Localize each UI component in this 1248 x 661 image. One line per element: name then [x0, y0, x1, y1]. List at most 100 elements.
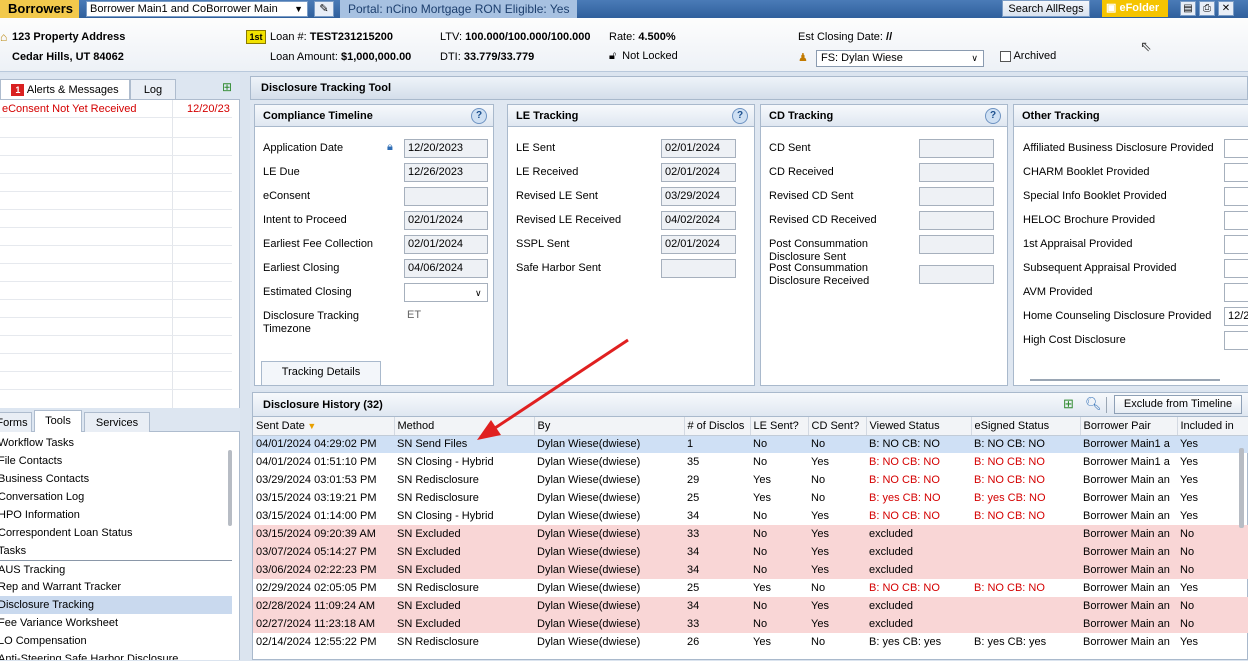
- field-value[interactable]: [919, 187, 994, 206]
- help-icon[interactable]: ?: [985, 108, 1001, 124]
- help-icon[interactable]: ?: [732, 108, 748, 124]
- field-label: 1st Appraisal Provided: [1023, 238, 1133, 250]
- field-value[interactable]: 12/26/2023: [404, 163, 488, 182]
- print-icon[interactable]: ⎙: [1199, 1, 1215, 16]
- tool-item[interactable]: Workflow Tasks: [0, 434, 232, 452]
- table-row[interactable]: 02/14/2024 12:55:22 PM SN Redisclosure Dyl…: [253, 633, 1248, 651]
- chevron-down-icon[interactable]: ∨: [475, 288, 482, 299]
- field-value[interactable]: [661, 259, 736, 278]
- tool-item[interactable]: Rep and Warrant Tracker: [0, 578, 232, 596]
- table-row[interactable]: 03/15/2024 03:19:21 PM SN Redisclosure Dyl…: [253, 489, 1248, 507]
- field-value[interactable]: 03/29/2024: [661, 187, 736, 206]
- table-cell-method: SN Excluded: [394, 597, 534, 615]
- close-icon[interactable]: ✕: [1218, 1, 1234, 16]
- file-starter-select[interactable]: FS: Dylan Wiese ∨: [816, 50, 984, 67]
- table-row[interactable]: 03/07/2024 05:14:27 PM SN Excluded Dylan W…: [253, 543, 1248, 561]
- tool-item[interactable]: File Contacts: [0, 452, 232, 470]
- column-header[interactable]: Method: [394, 417, 535, 436]
- tool-item[interactable]: HPO Information: [0, 506, 232, 524]
- table-row[interactable]: 03/15/2024 01:14:00 PM SN Closing - Hybri…: [253, 507, 1248, 525]
- column-header[interactable]: Included in: [1177, 417, 1248, 436]
- field-value[interactable]: 02/01/2024: [661, 235, 736, 254]
- table-row[interactable]: 02/27/2024 11:23:18 AM SN Excluded Dylan W…: [253, 615, 1248, 633]
- borrower-pair-select[interactable]: Borrower Main1 and CoBorrower Main ▼: [86, 1, 308, 17]
- table-cell-viewed: B: NO CB: NO: [866, 435, 971, 453]
- column-header[interactable]: eSigned Status: [971, 417, 1081, 436]
- help-icon[interactable]: ?: [471, 108, 487, 124]
- column-header[interactable]: # of Disclos: [684, 417, 751, 436]
- field-value[interactable]: [1224, 283, 1248, 302]
- search-allregs-button[interactable]: Search AllRegs: [1002, 0, 1090, 17]
- table-row[interactable]: 02/28/2024 11:09:24 AM SN Excluded Dylan W…: [253, 597, 1248, 615]
- column-header[interactable]: By: [534, 417, 685, 436]
- tab-alerts-messages[interactable]: 1 Alerts & Messages: [0, 79, 130, 99]
- column-header[interactable]: Viewed Status: [866, 417, 972, 436]
- field-value[interactable]: [919, 163, 994, 182]
- exclude-from-timeline-button[interactable]: Exclude from Timeline: [1114, 395, 1242, 414]
- tool-item[interactable]: AUS Tracking: [0, 560, 232, 578]
- column-header[interactable]: Sent Date ▼: [253, 417, 395, 436]
- field-value[interactable]: [1224, 211, 1248, 230]
- field-value[interactable]: 12/20/2023: [404, 139, 488, 158]
- tool-item[interactable]: LO Compensation: [0, 632, 232, 650]
- tool-item[interactable]: Business Contacts: [0, 470, 232, 488]
- table-row[interactable]: 04/01/2024 04:29:02 PM SN Send Files Dylan…: [253, 435, 1248, 453]
- table-cell-date: 03/07/2024 05:14:27 PM: [253, 543, 394, 561]
- efolder-button[interactable]: ▣ eFolder: [1102, 0, 1168, 17]
- field-value[interactable]: 02/01/2024: [404, 235, 488, 254]
- field-value[interactable]: 04/02/2024: [661, 211, 736, 230]
- edit-borrower-icon[interactable]: ✎: [314, 1, 334, 17]
- add-note-icon[interactable]: ⊞: [222, 80, 232, 94]
- tool-item[interactable]: Correspondent Loan Status: [0, 524, 232, 542]
- field-value[interactable]: ET: [404, 307, 488, 326]
- lock-icon[interactable]: 🔒︎: [387, 141, 393, 154]
- column-header[interactable]: LE Sent?: [750, 417, 809, 436]
- add-disclosure-icon[interactable]: ⊞: [1063, 396, 1074, 412]
- table-row[interactable]: 04/01/2024 01:51:10 PM SN Closing - Hybri…: [253, 453, 1248, 471]
- field-value[interactable]: [1224, 259, 1248, 278]
- archived-checkbox[interactable]: Archived: [1000, 50, 1056, 62]
- history-scrollbar[interactable]: [1239, 448, 1244, 528]
- field-label: High Cost Disclosure: [1023, 334, 1126, 346]
- other-hscrollbar[interactable]: [1030, 379, 1220, 381]
- field-value[interactable]: [1224, 235, 1248, 254]
- field-value[interactable]: [1224, 139, 1248, 158]
- table-row[interactable]: 03/15/2024 09:20:39 AM SN Excluded Dylan W…: [253, 525, 1248, 543]
- field-value[interactable]: [1224, 187, 1248, 206]
- tool-item[interactable]: Tasks: [0, 542, 232, 560]
- search-icon[interactable]: 🔍︎: [1085, 396, 1102, 412]
- table-row[interactable]: 02/29/2024 02:05:05 PM SN Redisclosure Dyl…: [253, 579, 1248, 597]
- table-row[interactable]: 03/06/2024 02:22:23 PM SN Excluded Dylan W…: [253, 561, 1248, 579]
- field-value[interactable]: [919, 211, 994, 230]
- field-value[interactable]: [404, 187, 488, 206]
- field-value[interactable]: [919, 139, 994, 158]
- tab-forms[interactable]: Forms: [0, 412, 32, 432]
- tool-item[interactable]: Fee Variance Worksheet: [0, 614, 232, 632]
- field-value[interactable]: [919, 235, 994, 254]
- column-header-label: Borrower Pair: [1083, 419, 1151, 432]
- column-header[interactable]: Borrower Pair: [1080, 417, 1178, 436]
- tools-scrollbar[interactable]: [228, 450, 232, 526]
- field-value[interactable]: 02/01/2024: [661, 163, 736, 182]
- column-header[interactable]: CD Sent?: [808, 417, 867, 436]
- tab-services[interactable]: Services: [84, 412, 150, 432]
- field-value[interactable]: 04/06/2024: [404, 259, 488, 278]
- table-cell-inc: No: [1177, 525, 1248, 543]
- tracking-details-tab[interactable]: Tracking Details: [261, 361, 381, 385]
- tool-item[interactable]: Disclosure Tracking: [0, 596, 232, 614]
- table-row[interactable]: 03/29/2024 03:01:53 PM SN Redisclosure Dyl…: [253, 471, 1248, 489]
- sort-desc-icon[interactable]: ▼: [305, 421, 316, 431]
- field-value[interactable]: 02/01/2024: [404, 211, 488, 230]
- field-value[interactable]: 12/2: [1224, 307, 1248, 326]
- field-value[interactable]: [1224, 163, 1248, 182]
- alert-row[interactable]: eConsent Not Yet Received 12/20/23: [0, 100, 232, 118]
- save-icon[interactable]: ▤: [1180, 1, 1196, 16]
- field-value[interactable]: [919, 265, 994, 284]
- tool-item[interactable]: Conversation Log: [0, 488, 232, 506]
- tool-item[interactable]: Anti-Steering Safe Harbor Disclosure: [0, 650, 232, 660]
- field-value[interactable]: [1224, 331, 1248, 350]
- tab-tools[interactable]: Tools: [34, 410, 82, 432]
- field-value[interactable]: 02/01/2024: [661, 139, 736, 158]
- archived-check-box[interactable]: [1000, 50, 1011, 62]
- tab-log[interactable]: Log: [130, 79, 176, 99]
